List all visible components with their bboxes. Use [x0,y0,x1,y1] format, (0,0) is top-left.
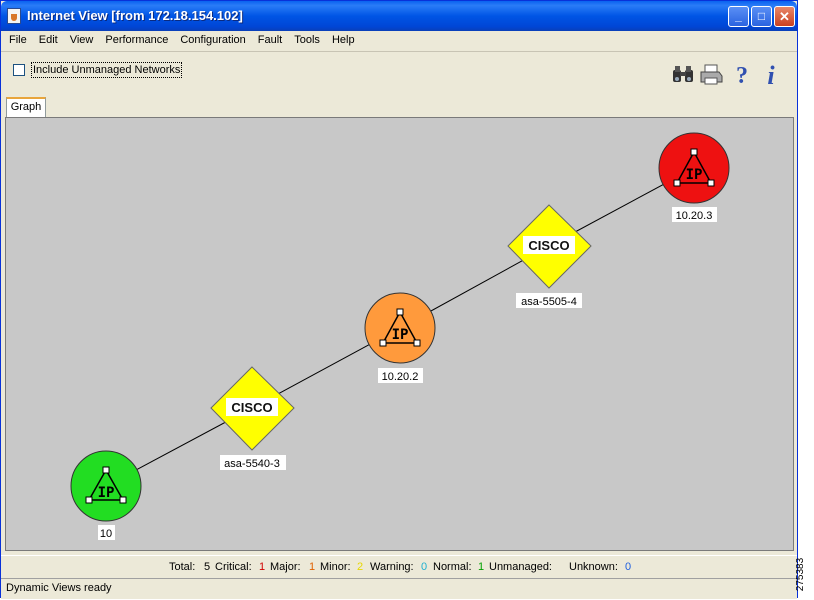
toolbar: Include Unmanaged Networks ? i [1,51,797,96]
title-bar[interactable]: Internet View [from 172.18.154.102] _ □ … [1,1,797,31]
unknown-label: Unknown: [569,561,618,573]
total-count: 5 [204,561,211,573]
info-icon[interactable]: i [759,62,783,86]
java-app-icon [7,8,21,24]
svg-text:i: i [767,62,775,86]
normal-label: Normal: [433,561,472,573]
printer-icon[interactable] [699,62,723,86]
include-unmanaged-checkbox[interactable] [13,64,25,76]
menu-file[interactable]: File [5,31,31,49]
status-summary-bar: Total: 5 Critical: 1 Major: 1 Minor: 2 W… [1,555,797,578]
major-count: 1 [309,561,316,573]
tab-graph[interactable]: Graph [6,97,46,117]
device-node-asa-5540-3[interactable]: CISCO asa-5540-3 [210,366,295,470]
menu-view[interactable]: View [66,31,98,49]
menu-help[interactable]: Help [328,31,359,49]
svg-text:IP: IP [392,327,409,343]
close-button[interactable]: ✕ [774,6,795,27]
menu-performance[interactable]: Performance [101,31,172,49]
network-node-10-20-2[interactable]: IP 10.20.2 [364,292,436,383]
normal-count: 1 [478,561,485,573]
internet-view-window: Internet View [from 172.18.154.102] _ □ … [0,0,798,599]
cisco-logo-icon: CISCO [231,400,272,415]
network-graph[interactable]: IP 10 CISCO asa-5540-3 IP 10.20.2 CISCO … [6,118,793,550]
binoculars-icon[interactable] [671,62,695,86]
major-label: Major: [270,561,301,573]
warning-label: Warning: [370,561,414,573]
svg-text:IP: IP [98,485,115,501]
node-label: 10 [100,528,112,540]
help-icon[interactable]: ? [730,62,754,86]
graph-panel[interactable]: IP 10 CISCO asa-5540-3 IP 10.20.2 CISCO … [5,117,794,551]
status-message: Dynamic Views ready [6,582,112,594]
menu-tools[interactable]: Tools [290,31,324,49]
node-label: asa-5540-3 [224,458,280,470]
minor-count: 2 [357,561,364,573]
menu-edit[interactable]: Edit [35,31,62,49]
tab-strip: Graph [1,95,797,117]
critical-label: Critical: [215,561,252,573]
total-label: Total: [169,561,196,573]
figure-id: 275383 [795,557,807,592]
maximize-button[interactable]: □ [751,6,772,27]
unknown-count: 0 [625,561,632,573]
window-title: Internet View [from 172.18.154.102] [27,8,243,23]
node-label: 10.20.2 [382,371,419,383]
minor-label: Minor: [320,561,351,573]
menu-configuration[interactable]: Configuration [176,31,249,49]
status-bar: Dynamic Views ready [1,578,797,599]
svg-text:IP: IP [686,167,703,183]
minimize-button[interactable]: _ [728,6,749,27]
svg-text:?: ? [736,63,748,86]
critical-count: 1 [259,561,266,573]
warning-count: 0 [421,561,428,573]
menu-fault[interactable]: Fault [254,31,286,49]
node-label: 10.20.3 [676,210,713,222]
network-node-10-20-3[interactable]: IP 10.20.3 [658,132,730,222]
node-label: asa-5505-4 [521,296,577,308]
include-unmanaged-label[interactable]: Include Unmanaged Networks [31,62,183,78]
cisco-logo-icon: CISCO [528,238,569,253]
unmanaged-label: Unmanaged: [489,561,552,573]
device-node-asa-5505-4[interactable]: CISCO asa-5505-4 [507,204,592,308]
menu-bar: File Edit View Performance Configuration Faul… [1,31,797,51]
network-node-10[interactable]: IP 10 [70,450,142,540]
